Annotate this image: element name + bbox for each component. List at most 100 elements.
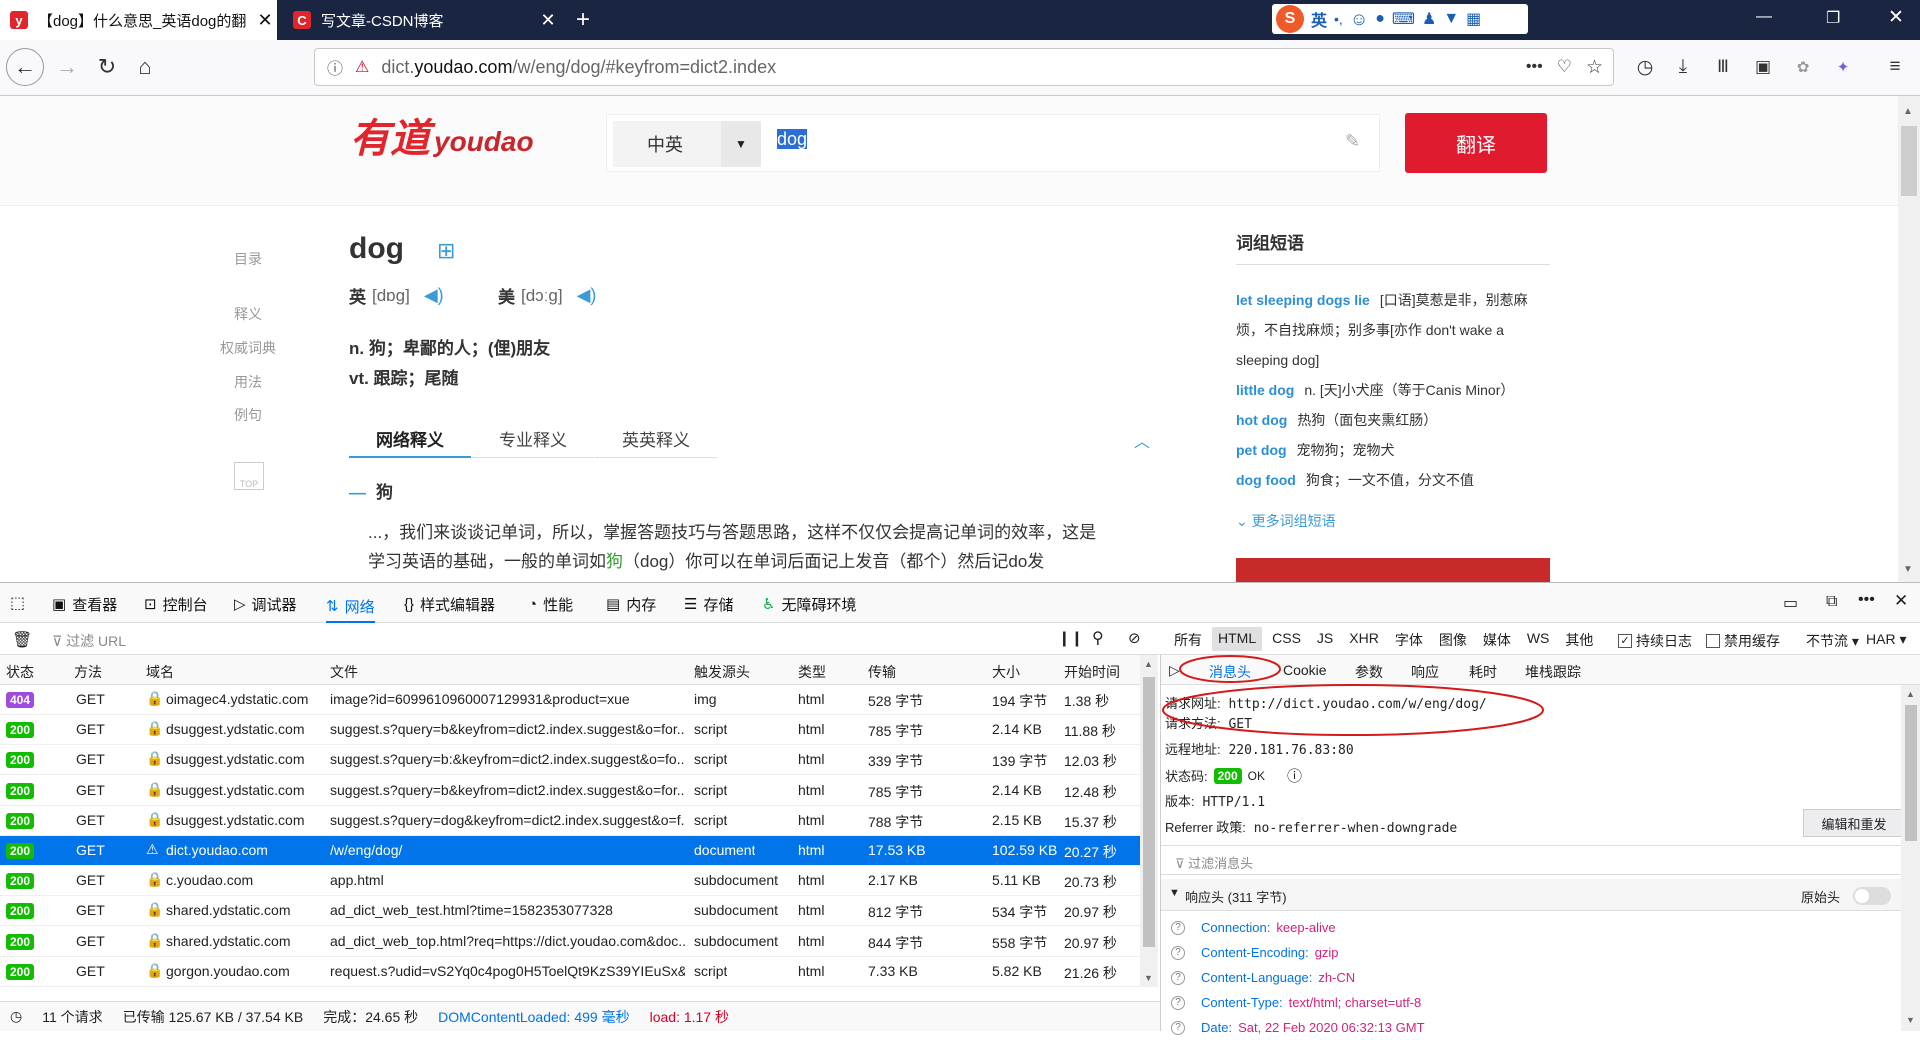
raw-headers-toggle[interactable] (1853, 887, 1891, 905)
bookmark-star-icon[interactable]: ☆ (1586, 56, 1603, 79)
col-start-time[interactable]: 开始时间 (1064, 662, 1120, 682)
type-filter-button[interactable]: HTML (1212, 627, 1263, 651)
forward-icon[interactable]: → (48, 48, 86, 86)
url-text[interactable]: dict.youdao.com/w/eng/dog/#keyfrom=dict2… (381, 57, 776, 78)
mic-icon[interactable]: ● (1375, 10, 1385, 28)
col-status[interactable]: 状态 (6, 662, 34, 682)
url-bar[interactable]: ⓘ ⚠ dict.youdao.com/w/eng/dog/#keyfrom=d… (314, 48, 1614, 86)
history-icon[interactable]: ◷ (1626, 48, 1664, 86)
tab-params[interactable]: 参数 (1355, 662, 1383, 682)
request-row[interactable]: 200 GET 🔒 shared.ydstatic.com ad_dict_web_to… (0, 927, 1140, 957)
library-icon[interactable]: Ⅲ (1704, 48, 1742, 86)
type-filter-button[interactable]: 字体 (1389, 627, 1429, 651)
dock-icon[interactable]: ▭ (1783, 593, 1798, 613)
speaker-icon[interactable]: ◀) (424, 285, 444, 306)
reload-icon[interactable]: ↻ (88, 48, 126, 86)
home-icon[interactable]: ⌂ (126, 48, 164, 86)
collapse-icon[interactable]: ︿ (1134, 428, 1150, 452)
page-scrollbar[interactable]: ▲ ▼ (1898, 96, 1920, 582)
tab-youdao[interactable]: y 【dog】什么意思_英语dog的翻 ✕ (0, 0, 277, 40)
tab-style-editor[interactable]: {} 样式编辑器 (404, 591, 495, 617)
sidenav-item-definition[interactable]: 释义 (234, 304, 262, 324)
filter-headers-input[interactable]: ⊽ 过滤消息头 (1161, 845, 1901, 875)
tab-response[interactable]: 响应 (1411, 662, 1439, 682)
skin-icon[interactable]: ▼ (1443, 10, 1459, 28)
info-icon[interactable]: ⓘ (327, 55, 343, 79)
tab-console[interactable]: ⊡ 控制台 (144, 591, 208, 617)
throttle-select[interactable]: 不节流 ▾ (1806, 631, 1859, 651)
handwrite-icon[interactable]: ✎ (1345, 131, 1360, 152)
tab-pro-definition[interactable]: 专业释义 (472, 426, 594, 458)
tab-accessibility[interactable]: ♿ 无障碍环境 (762, 591, 856, 617)
block-icon[interactable]: ⊘ (1128, 629, 1141, 647)
performance-analysis-icon[interactable]: ◷ (10, 1008, 22, 1025)
type-filter-button[interactable]: JS (1311, 627, 1339, 651)
help-icon[interactable]: ? (1171, 920, 1185, 935)
request-row[interactable]: 404 GET 🔒 oimagec4.ydstatic.com image?id=609… (0, 685, 1140, 715)
col-file[interactable]: 文件 (330, 662, 358, 682)
phrase-link[interactable]: hot dog (1236, 412, 1287, 428)
back-icon[interactable]: ← (6, 48, 44, 86)
help-icon[interactable]: ? (1171, 1020, 1185, 1035)
translate-button[interactable]: 翻译 (1405, 113, 1547, 173)
close-devtools-icon[interactable]: ✕ (1894, 591, 1908, 611)
url-filter-input[interactable]: ⊽ 过滤 URL (52, 631, 126, 651)
ime-toolbar[interactable]: S 英 •, ☺ ● ⌨ ♟ ▼ ▦ (1272, 4, 1528, 34)
pause-icon[interactable]: ❙❙ (1058, 629, 1083, 647)
request-row[interactable]: 200 GET 🔒 dsuggest.ydstatic.com suggest.s?qu… (0, 806, 1140, 836)
type-filter-button[interactable]: CSS (1266, 627, 1307, 651)
search-icon[interactable]: ⚲ (1092, 628, 1104, 648)
add-wordbook-icon[interactable]: ⊞ (437, 238, 455, 264)
extension-icon[interactable]: ✿ (1784, 48, 1822, 86)
speaker-icon[interactable]: ◀) (577, 285, 597, 306)
toolbox-icon[interactable]: ▦ (1466, 9, 1481, 29)
phrase-link[interactable]: let sleeping dogs lie (1236, 292, 1370, 308)
request-list-scrollbar[interactable]: ▲ ▼ (1140, 655, 1158, 987)
language-select[interactable]: 中英 ▼ (613, 121, 761, 167)
type-filter-button[interactable]: 其他 (1559, 627, 1599, 651)
type-filter-button[interactable]: WS (1521, 627, 1556, 651)
close-window-icon[interactable]: ✕ (1888, 6, 1904, 29)
help-icon[interactable]: ? (1171, 970, 1185, 985)
har-menu[interactable]: HAR ▾ (1866, 631, 1906, 648)
tab-timings[interactable]: 耗时 (1469, 662, 1497, 682)
edit-resend-button[interactable]: 编辑和重发 (1803, 809, 1905, 837)
sogou-ime-icon[interactable]: S (1276, 5, 1304, 33)
request-row[interactable]: 200 GET 🔒 dsuggest.ydstatic.com suggest.s?qu… (0, 715, 1140, 746)
detail-scrollbar[interactable]: ▲ ▼ (1901, 685, 1920, 1031)
punctuation-icon[interactable]: •, (1334, 11, 1343, 27)
emoji-icon[interactable]: ☺ (1350, 9, 1368, 30)
phrase-link[interactable]: pet dog (1236, 442, 1287, 458)
persist-log-checkbox[interactable]: ✓ 持续日志 (1618, 631, 1692, 651)
col-type[interactable]: 类型 (798, 662, 826, 682)
type-filter-button[interactable]: 媒体 (1477, 627, 1517, 651)
tab-memory[interactable]: ▤ 内存 (606, 591, 656, 617)
picker-icon[interactable]: ⬚ (10, 593, 25, 613)
response-headers-section[interactable]: ▼ 响应头 (311 字节) 原始头 (1161, 879, 1901, 911)
request-row[interactable]: 200 GET 🔒 dsuggest.ydstatic.com suggest.s?qu… (0, 776, 1140, 806)
more-icon[interactable]: ••• (1858, 591, 1875, 609)
tab-stack-trace[interactable]: 堆栈跟踪 (1525, 662, 1581, 682)
request-row[interactable]: 200 GET ⚠ dict.youdao.com/w/eng/dog/documen… (0, 836, 1140, 866)
tab-network[interactable]: ⇅ 网络 (326, 591, 375, 623)
col-transfer[interactable]: 传输 (868, 662, 896, 682)
insecure-lock-icon[interactable]: ⚠ (355, 57, 369, 77)
restore-icon[interactable]: ❐ (1826, 8, 1840, 28)
minimize-icon[interactable]: — (1756, 8, 1772, 26)
help-icon[interactable]: ? (1171, 945, 1185, 960)
user-icon[interactable]: ♟ (1422, 9, 1436, 29)
col-domain[interactable]: 域名 (146, 662, 174, 682)
new-tab-button[interactable]: + (568, 6, 598, 34)
help-icon[interactable]: ⓘ (1287, 765, 1302, 786)
request-row[interactable]: 200 GET 🔒 c.youdao.com app.html subdocument ht… (0, 866, 1140, 897)
pocket-icon[interactable]: ♡ (1557, 57, 1572, 77)
page-actions-icon[interactable]: ••• (1526, 58, 1543, 76)
request-row[interactable]: 200 GET 🔒 gorgon.youdao.com request.s?udid=v… (0, 957, 1140, 987)
col-size[interactable]: 大小 (992, 662, 1020, 682)
tab-performance[interactable]: ◔ 性能 (528, 591, 573, 617)
help-icon[interactable]: ? (1171, 995, 1185, 1010)
sidebar-icon[interactable]: ▣ (1744, 48, 1782, 86)
type-filter-button[interactable]: XHR (1343, 627, 1385, 651)
popout-icon[interactable]: ⧉ (1826, 593, 1837, 611)
tab-debugger[interactable]: ▷ 调试器 (234, 591, 297, 617)
